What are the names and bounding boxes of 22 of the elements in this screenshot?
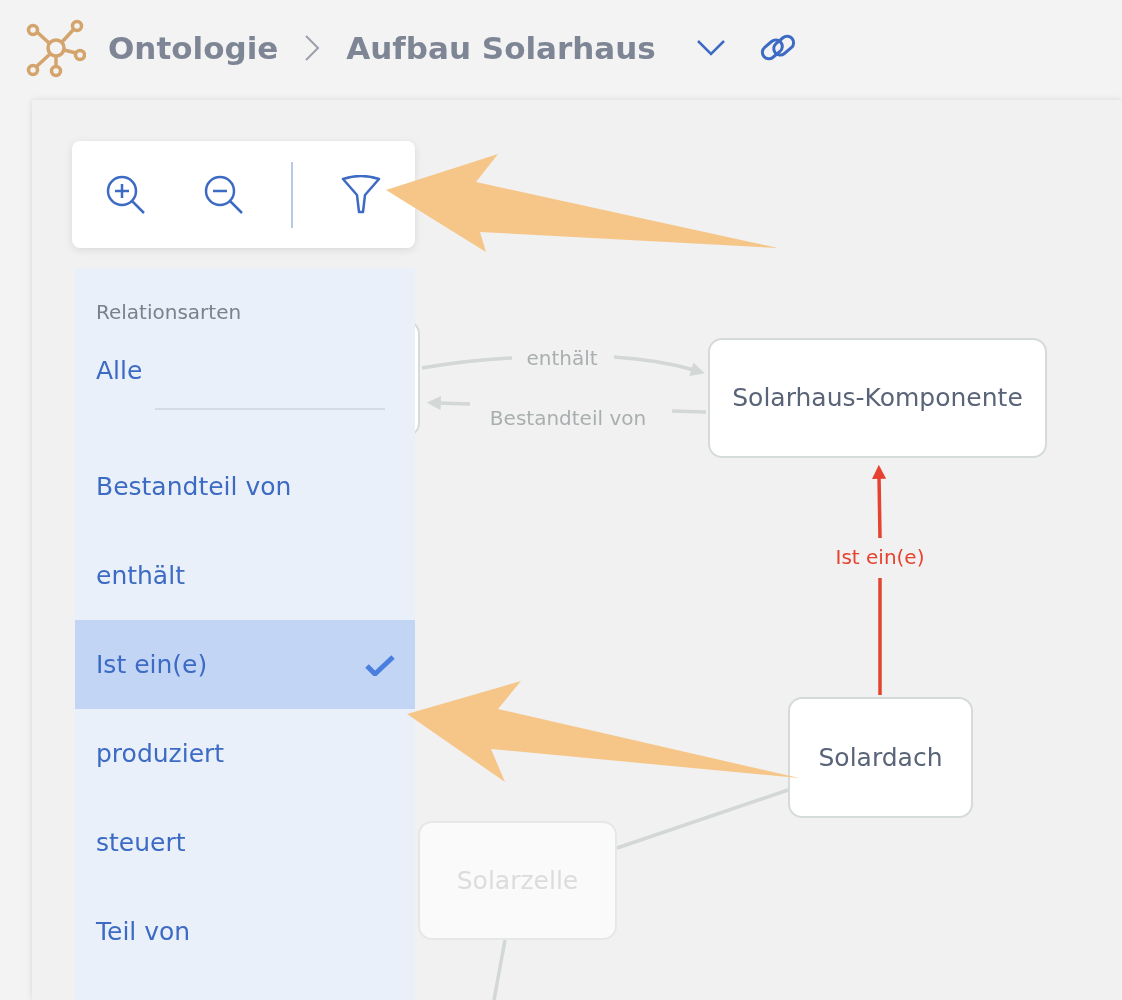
edge-label: enthält — [526, 346, 598, 370]
menu-heading: Relationsarten — [95, 299, 243, 326]
graph-node[interactable]: Solardach — [788, 697, 973, 818]
zoom-out-icon[interactable] — [203, 173, 245, 216]
filter-option[interactable]: steuert — [75, 798, 415, 887]
edge-label: Bestandteil von — [489, 406, 647, 430]
chevron-down-icon[interactable] — [695, 39, 726, 57]
filter-option[interactable]: Alle — [75, 352, 415, 408]
filter-option[interactable]: enthält — [75, 531, 415, 620]
edge-label: Ist ein(e) — [835, 545, 925, 569]
filter-option[interactable]: Ist ein(e) — [75, 620, 415, 709]
breadcrumb-link[interactable]: Ontologie — [108, 24, 279, 72]
filter-option[interactable]: produziert — [75, 709, 415, 798]
network-icon — [26, 18, 86, 78]
checkmark-icon — [365, 653, 395, 676]
graph-node[interactable]: Solarhaus-Komponente — [708, 338, 1047, 458]
filter-icon[interactable] — [340, 174, 382, 215]
page-title: Aufbau Solarhaus — [346, 28, 656, 68]
filter-option[interactable]: Teil von — [75, 887, 415, 976]
zoom-in-icon[interactable] — [105, 173, 147, 216]
chevron-right-icon — [304, 34, 321, 62]
filter-option[interactable]: Bestandteil von — [75, 442, 415, 531]
